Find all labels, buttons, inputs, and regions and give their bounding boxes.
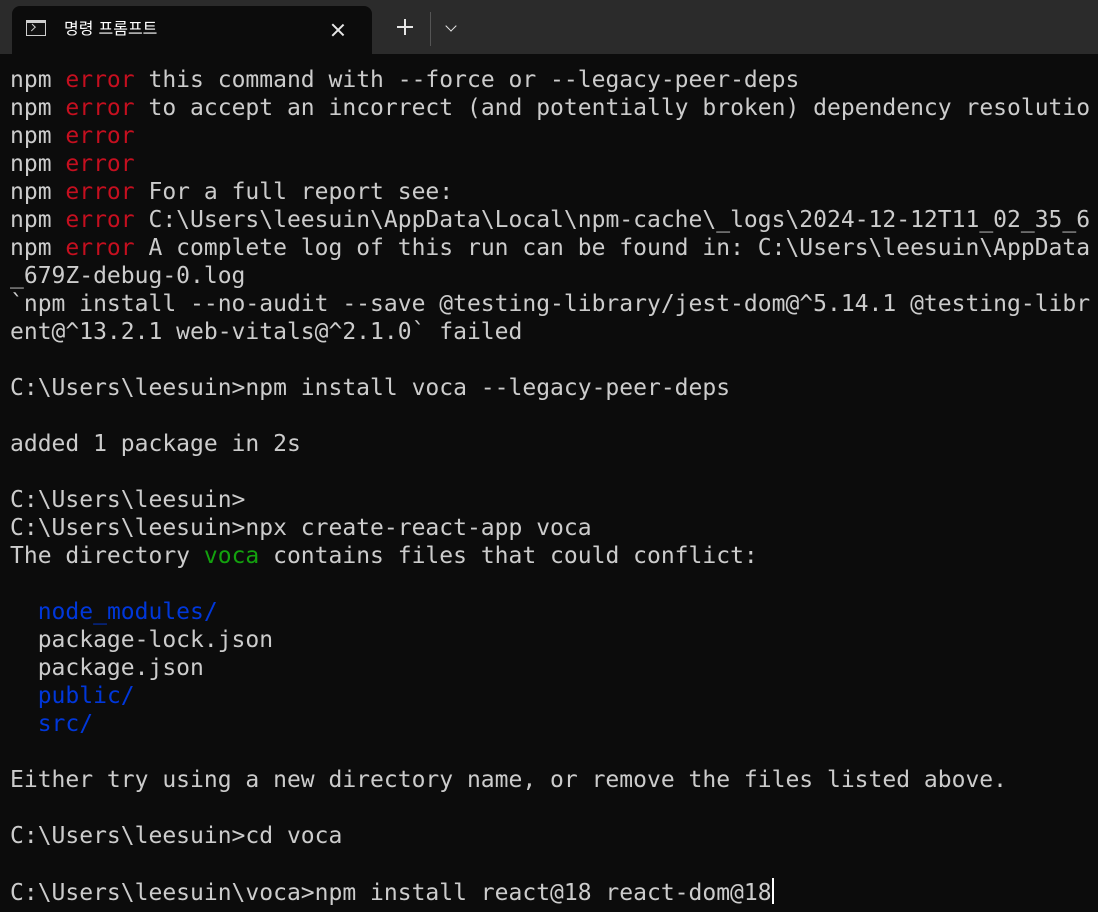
terminal-text: _679Z-debug-0.log [10,263,246,289]
terminal-text: The directory [10,543,204,569]
terminal-line: C:\Users\leesuin>npx create-react-app vo… [10,514,1098,542]
terminal-text: C:\Users\leesuin>npm install voca --lega… [10,375,731,401]
terminal-text: npm [10,95,66,121]
terminal-line: _679Z-debug-0.log [10,262,1098,290]
terminal-line: public/ [10,682,1098,710]
terminal-line: C:\Users\leesuin\voca>npm install react@… [10,878,1098,906]
highlighted-text: src/ [37,711,94,737]
highlighted-text: node_modules/ [37,599,218,625]
highlighted-text: error [65,95,135,121]
terminal-text: C:\Users\leesuin> [10,487,246,513]
highlighted-text: error [65,179,135,205]
terminal-line: package.json [10,654,1098,682]
terminal-text: package-lock.json [10,627,274,653]
terminal-line: npm error [10,150,1098,178]
terminal-text: Either try using a new directory name, o… [10,767,1007,793]
terminal-line: npm error For a full report see: [10,178,1098,206]
highlighted-text: error [65,123,135,149]
tab-command-prompt[interactable]: 명령 프롬프트 [12,6,372,54]
terminal-text: npm [10,179,66,205]
terminal-text: C:\Users\leesuin\AppData\Local\npm-cache… [134,207,1091,233]
terminal-line: C:\Users\leesuin>npm install voca --lega… [10,374,1098,402]
plus-icon[interactable] [390,12,420,42]
terminal-window: 명령 프롬프트 npm error this command with --fo… [0,0,1098,912]
tab-bar: 명령 프롬프트 [0,0,1098,54]
tab-title: 명령 프롬프트 [64,19,158,38]
terminal-text: contains files that could conflict: [259,543,758,569]
terminal-text: npm [10,67,66,93]
terminal-line: C:\Users\leesuin>cd voca [10,822,1098,850]
highlighted-text: error [65,207,135,233]
terminal-text: C:\Users\leesuin\voca>npm install react@… [10,880,772,906]
tab-separator [430,12,431,46]
terminal-text: ent@^13.2.1 web-vitals@^2.1.0` failed [10,319,523,345]
terminal-text: For a full report see: [134,179,454,205]
terminal-line: `npm install --no-audit --save @testing-… [10,290,1098,318]
terminal-text: npm [10,235,66,261]
terminal-text: added 1 package in 2s [10,431,301,457]
terminal-line: npm error C:\Users\leesuin\AppData\Local… [10,206,1098,234]
terminal-line: added 1 package in 2s [10,430,1098,458]
terminal-text: C:\Users\leesuin>cd voca [10,823,343,849]
terminal-line: ent@^13.2.1 web-vitals@^2.1.0` failed [10,318,1098,346]
terminal-line: npm error A complete log of this run can… [10,234,1098,262]
terminal-line: package-lock.json [10,626,1098,654]
terminal-line: node_modules/ [10,598,1098,626]
terminal-line: C:\Users\leesuin> [10,486,1098,514]
terminal-line: npm error [10,122,1098,150]
highlighted-text: voca [203,543,260,569]
terminal-text: to accept an incorrect (and potentially … [134,95,1091,121]
terminal-icon [26,20,46,36]
terminal-line: npm error this command with --force or -… [10,66,1098,94]
terminal-line: The directory voca contains files that c… [10,542,1098,570]
terminal-text: npm [10,207,66,233]
terminal-text: this command with --force or --legacy-pe… [134,67,800,93]
highlighted-text: error [65,67,135,93]
chevron-down-icon[interactable] [438,12,464,42]
terminal-text: package.json [10,655,204,681]
highlighted-text: error [65,235,135,261]
terminal-text: A complete log of this run can be found … [134,235,1091,261]
text-cursor [771,878,774,904]
terminal-line: src/ [10,710,1098,738]
highlighted-text: error [65,151,135,177]
highlighted-text: public/ [37,683,135,709]
terminal-line: npm error to accept an incorrect (and po… [10,94,1098,122]
terminal-text: npm [10,151,66,177]
terminal-output[interactable]: npm error this command with --force or -… [10,66,1098,912]
close-icon[interactable] [326,18,350,42]
terminal-text: C:\Users\leesuin>npx create-react-app vo… [10,515,592,541]
terminal-text: npm [10,123,66,149]
terminal-text: `npm install --no-audit --save @testing-… [10,291,1091,317]
terminal-line: Either try using a new directory name, o… [10,766,1098,794]
